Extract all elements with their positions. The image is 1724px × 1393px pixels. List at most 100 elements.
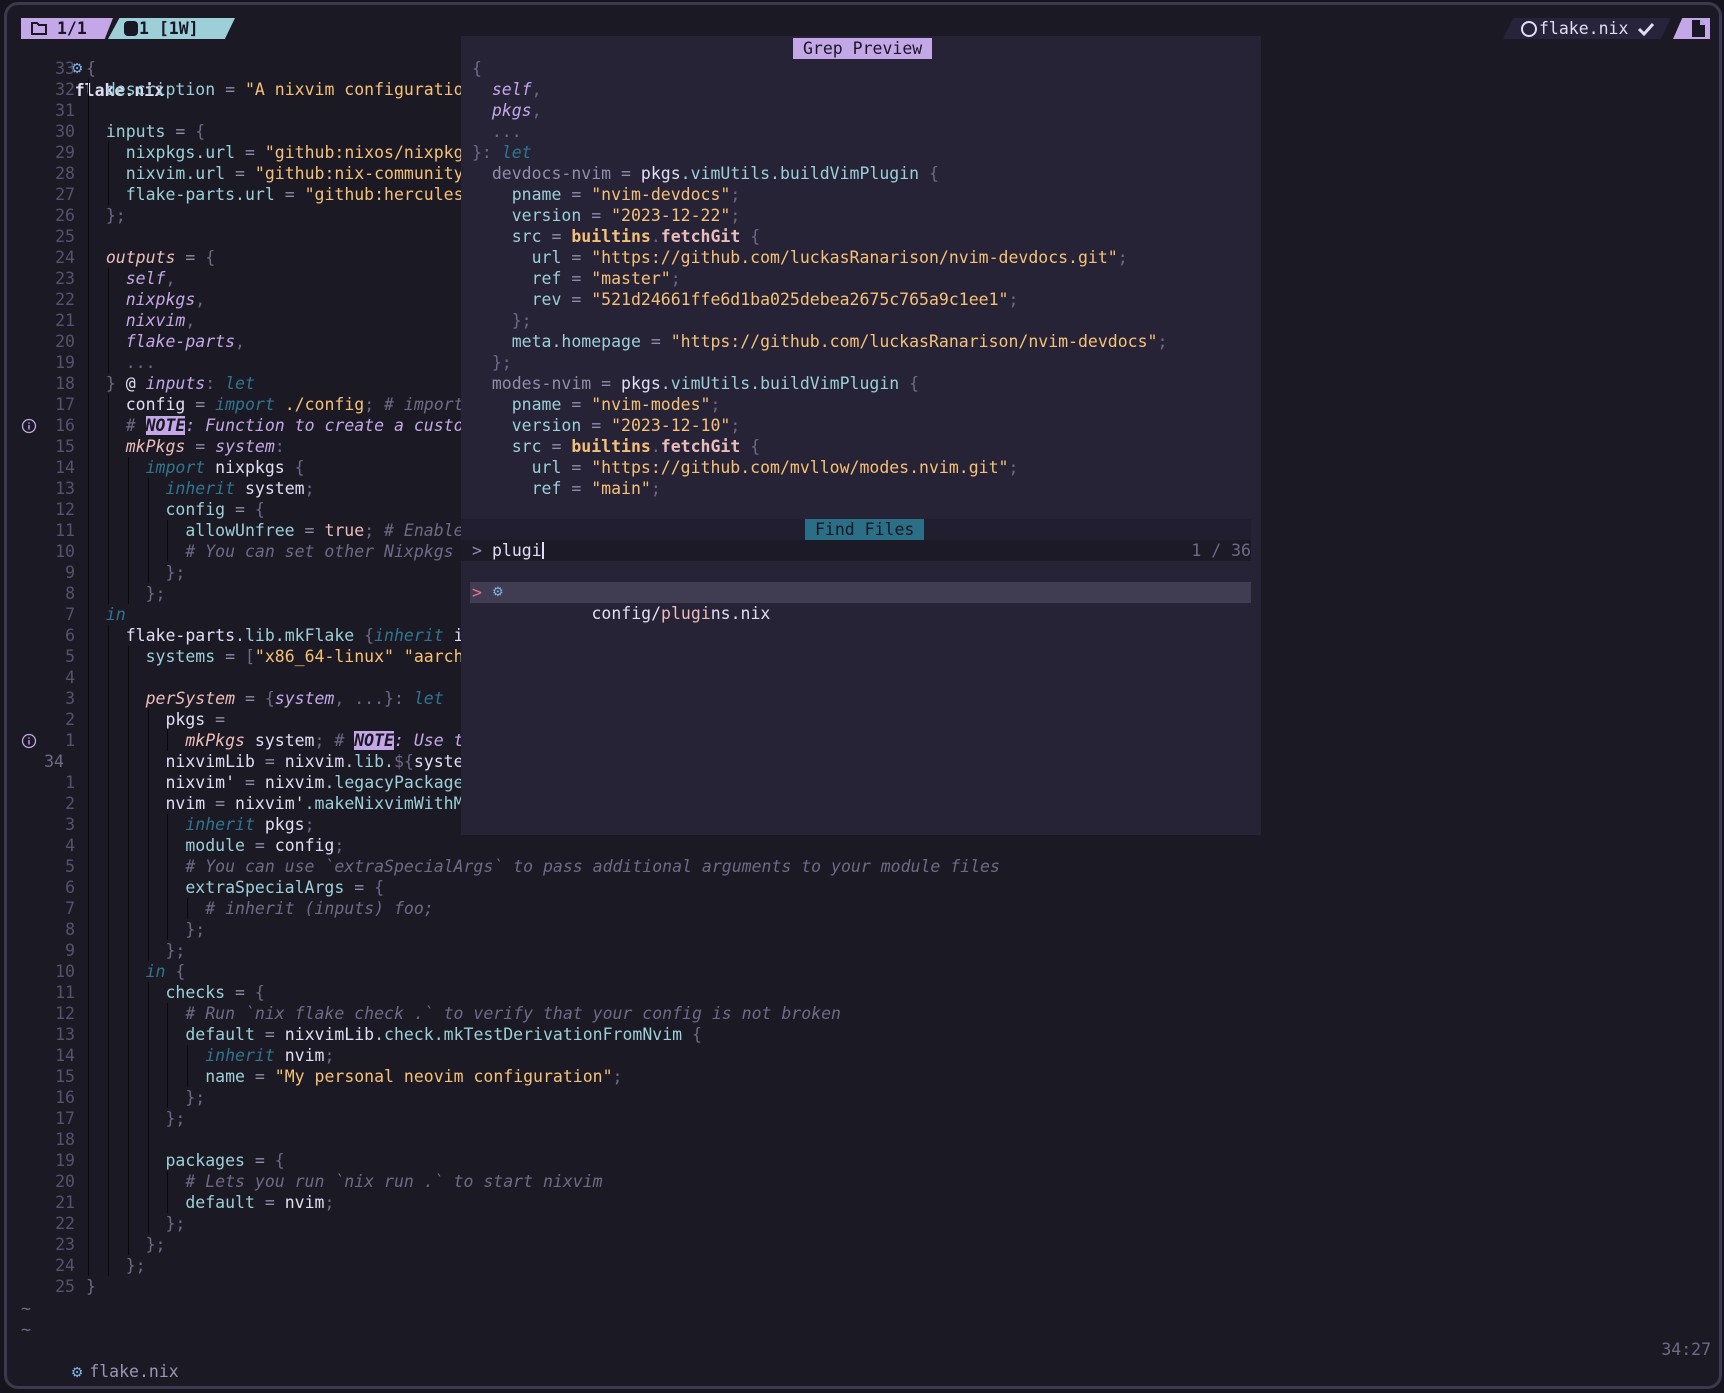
code-token: ${ [393, 752, 414, 771]
code-token: "https://github.com/mvllow/modes.nvim.gi… [591, 458, 1009, 477]
line-number: 26 [55, 206, 75, 225]
search-input[interactable]: plugi [492, 540, 542, 561]
code-token: = [254, 1025, 285, 1044]
code-token: = [215, 647, 245, 666]
code-token: url [531, 458, 562, 477]
code-token: { [472, 59, 482, 78]
code-token: flake-parts [125, 332, 236, 351]
code-token: inherit [205, 1046, 275, 1065]
file-tab[interactable]: flake.nix [1503, 18, 1671, 39]
code-token: . [650, 437, 661, 456]
code-token: "2023-12-10" [611, 416, 731, 435]
statusline-filename: flake.nix [89, 1362, 179, 1381]
line-number: 16 [55, 1088, 75, 1107]
preview-line: devdocs-nvim = pkgs.vimUtils.buildVimPlu… [472, 163, 939, 184]
line-number: 25 [55, 227, 75, 246]
code-token: nixvimLib [165, 752, 255, 771]
code-token: import [145, 458, 206, 477]
preview-line: ref = "main"; [472, 478, 661, 499]
code-token: ; [304, 815, 315, 834]
code-token: { [374, 878, 385, 897]
code-token: src [511, 227, 542, 246]
line-number: 13 [55, 1025, 75, 1044]
code-line: # Lets you run `nix run .` to start nixv… [86, 1171, 602, 1192]
line-number: 24 [55, 1256, 75, 1275]
code-token: "x86_64-linux" [254, 647, 394, 666]
code-token: { [165, 962, 186, 981]
preview-line: src = builtins.fetchGit { [472, 436, 760, 457]
line-number: 6 [65, 878, 75, 897]
code-token: : Use t [394, 731, 464, 750]
code-line: config = { [86, 499, 264, 520]
code-token: system [274, 689, 335, 708]
code-token: devdocs-nvim [491, 164, 612, 183]
file-icon [1692, 20, 1705, 37]
code-token: = [561, 290, 592, 309]
info-icon[interactable] [21, 418, 37, 434]
code-token: = [185, 395, 216, 414]
preview-line: { [472, 58, 482, 79]
code-token: builtins [571, 227, 651, 246]
result-row[interactable]: > ⚙ config/plugins.nix [470, 582, 1251, 623]
code-token: syste [413, 752, 464, 771]
code-token: = [165, 122, 196, 141]
code-line: import nixpkgs { [86, 457, 305, 478]
code-token: = [561, 479, 592, 498]
code-token: ... [125, 353, 156, 372]
preview-line: version = "2023-12-10"; [472, 415, 741, 436]
folder-icon [31, 22, 47, 35]
code-token: = [561, 185, 592, 204]
code-token: nixvim' [235, 794, 305, 813]
indent-guide [88, 1129, 89, 1150]
line-number: 15 [55, 1067, 75, 1086]
code-token: "https://github.com/luckasRanarison/nvim… [670, 332, 1158, 351]
preview-line: ... [472, 121, 522, 142]
preview-line: meta.homepage = "https://github.com/luck… [472, 331, 1168, 352]
cursor-position: 34:27 [1661, 1340, 1711, 1359]
indent-guide [127, 1129, 129, 1150]
code-line: systems = ["x86_64-linux" "aarch [86, 646, 464, 667]
code-token: = [274, 185, 305, 204]
info-icon[interactable] [21, 733, 37, 749]
code-line: # Run `nix flake check .` to verify that… [86, 1003, 841, 1024]
code-token: . [650, 227, 661, 246]
line-number: 22 [55, 290, 75, 309]
code-token: config [274, 836, 335, 855]
code-token: }; [125, 1256, 146, 1275]
code-token: = [185, 437, 216, 456]
code-token: = [581, 416, 612, 435]
text-cursor [542, 542, 544, 559]
line-number: 15 [55, 437, 75, 456]
code-token: { [254, 983, 265, 1002]
code-token: = [175, 248, 206, 267]
indent-guide [88, 100, 89, 121]
code-token: description [105, 80, 216, 99]
code-token: "My personal neovim configuration" [274, 1067, 613, 1086]
line-number: 28 [55, 164, 75, 183]
code-token: , [235, 332, 245, 351]
code-token: packages [165, 1151, 245, 1170]
code-token: name [205, 1067, 245, 1086]
code-token: ; [1117, 248, 1128, 267]
code-line: extraSpecialArgs = { [86, 877, 384, 898]
code-line: checks = { [86, 982, 265, 1003]
result-dir: config/ [591, 604, 662, 623]
code-token: .legacyPackage [324, 773, 464, 792]
code-token: { [205, 248, 216, 267]
search-prompt[interactable]: > plugi 1 / 36 [461, 540, 1251, 561]
